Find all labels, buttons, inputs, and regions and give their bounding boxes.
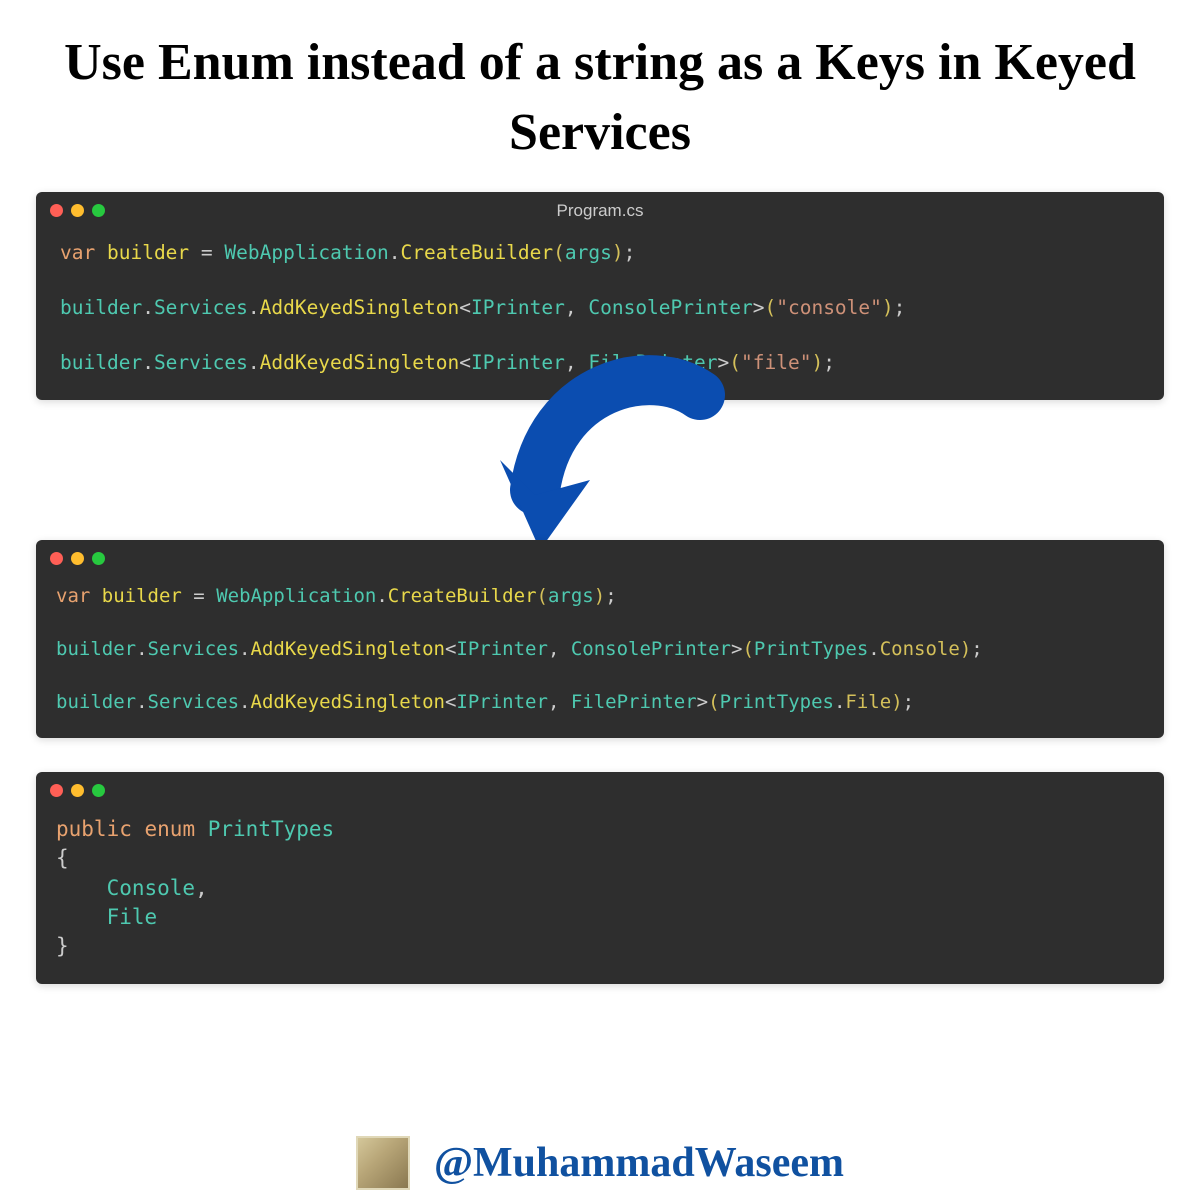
window-header xyxy=(36,540,1164,569)
window-filename: Program.cs xyxy=(36,201,1164,221)
close-icon xyxy=(50,784,63,797)
avatar xyxy=(356,1136,410,1190)
traffic-lights xyxy=(50,784,105,797)
author-handle: @MuhammadWaseem xyxy=(434,1139,844,1187)
code-block: var builder = WebApplication.CreateBuild… xyxy=(36,569,1164,738)
page-title: Use Enum instead of a string as a Keys i… xyxy=(0,0,1200,186)
code-window-after: var builder = WebApplication.CreateBuild… xyxy=(36,540,1164,738)
minimize-icon xyxy=(71,552,84,565)
maximize-icon xyxy=(92,784,105,797)
code-block: public enum PrintTypes { Console, File } xyxy=(36,801,1164,984)
window-header: Program.cs xyxy=(36,192,1164,221)
curved-arrow-icon xyxy=(0,390,1200,550)
traffic-lights xyxy=(50,552,105,565)
footer: @MuhammadWaseem xyxy=(0,1136,1200,1190)
close-icon xyxy=(50,552,63,565)
code-window-enum: public enum PrintTypes { Console, File } xyxy=(36,772,1164,984)
maximize-icon xyxy=(92,552,105,565)
minimize-icon xyxy=(71,784,84,797)
window-header xyxy=(36,772,1164,801)
